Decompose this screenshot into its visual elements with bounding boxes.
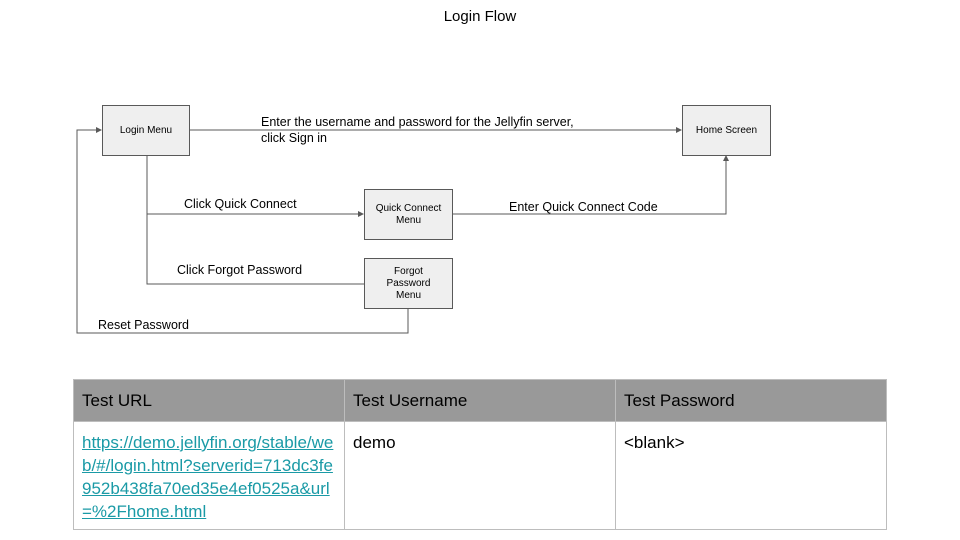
node-login-menu-label: Login Menu — [119, 124, 173, 136]
header-test-username: Test Username — [344, 379, 616, 422]
node-forgot-password-menu-label: Forgot Password Menu — [386, 265, 431, 301]
edge-label-enter-quick-connect-code: Enter Quick Connect Code — [509, 200, 658, 214]
table-header-row: Test URL Test Username Test Password — [73, 379, 887, 422]
header-test-password: Test Password — [615, 379, 887, 422]
node-quick-connect-menu: Quick Connect Menu — [364, 189, 453, 240]
edge-label-reset-password: Reset Password — [98, 318, 190, 332]
edge-label-sign-in-line1: Enter the username and password for the … — [261, 115, 574, 129]
edge-label-click-forgot-password: Click Forgot Password — [177, 263, 303, 277]
cell-test-password: <blank> — [615, 421, 887, 530]
edge-label-click-quick-connect: Click Quick Connect — [184, 197, 297, 211]
node-quick-connect-menu-label: Quick Connect Menu — [375, 202, 442, 226]
cell-test-url: https://demo.jellyfin.org/stable/web/#/l… — [73, 421, 345, 530]
node-home-screen-label: Home Screen — [695, 124, 758, 136]
test-url-link[interactable]: https://demo.jellyfin.org/stable/web/#/l… — [82, 433, 333, 521]
test-credentials-table: Test URL Test Username Test Password htt… — [73, 379, 887, 530]
edge-forgot-password-to-login — [76, 127, 409, 334]
table-row: https://demo.jellyfin.org/stable/web/#/l… — [73, 421, 887, 530]
node-login-menu: Login Menu — [102, 105, 190, 156]
cell-test-username: demo — [344, 421, 616, 530]
edge-label-sign-in-line2: click Sign in — [261, 131, 327, 145]
header-test-url: Test URL — [73, 379, 345, 422]
node-home-screen: Home Screen — [682, 105, 771, 156]
node-forgot-password-menu: Forgot Password Menu — [364, 258, 453, 309]
